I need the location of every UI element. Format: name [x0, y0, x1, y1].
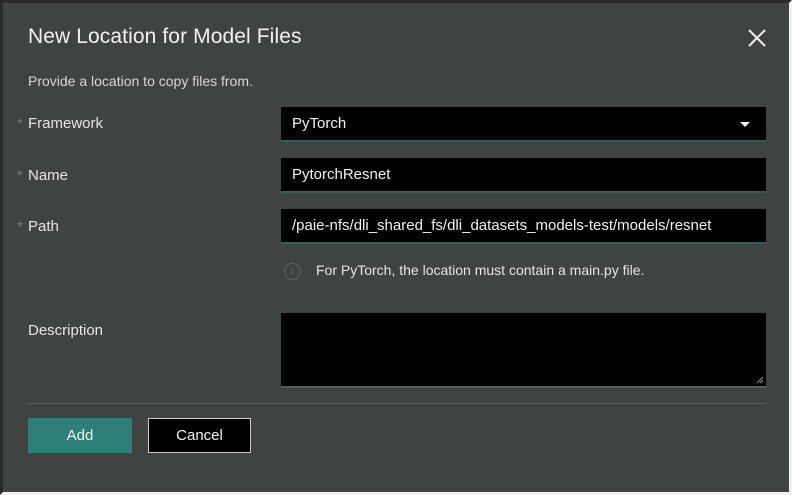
required-mark: * [17, 167, 23, 183]
cancel-button[interactable]: Cancel [148, 418, 251, 453]
dialog-title: New Location for Model Files [28, 25, 302, 48]
name-value: PytorchResnet [292, 166, 391, 183]
path-hint: For PyTorch, the location must contain a… [316, 262, 645, 278]
name-label-text: Name [28, 167, 69, 184]
framework-label: * Framework [17, 115, 103, 132]
close-icon [748, 29, 766, 47]
path-value: /paie-nfs/dli_shared_fs/dli_datasets_mod… [292, 217, 712, 234]
divider [28, 403, 766, 404]
info-icon: i [284, 263, 301, 280]
description-label: Description [28, 322, 104, 339]
name-label: * Name [17, 167, 68, 184]
close-button[interactable] [742, 23, 772, 53]
resize-handle-icon[interactable] [756, 376, 764, 384]
dialog-subtitle: Provide a location to copy files from. [28, 73, 253, 89]
framework-value: PyTorch [292, 115, 347, 132]
new-location-dialog: New Location for Model Files Provide a l… [0, 0, 792, 495]
path-input[interactable]: /paie-nfs/dli_shared_fs/dli_datasets_mod… [281, 209, 766, 244]
required-mark: * [17, 218, 23, 234]
description-textarea[interactable] [281, 313, 766, 388]
name-input[interactable]: PytorchResnet [281, 158, 766, 193]
framework-label-text: Framework [28, 115, 104, 132]
required-mark: * [17, 115, 23, 131]
path-label-text: Path [28, 218, 59, 235]
add-button[interactable]: Add [28, 418, 132, 453]
path-label: * Path [17, 218, 59, 235]
chevron-down-icon [740, 122, 750, 127]
framework-select[interactable]: PyTorch [281, 107, 766, 142]
